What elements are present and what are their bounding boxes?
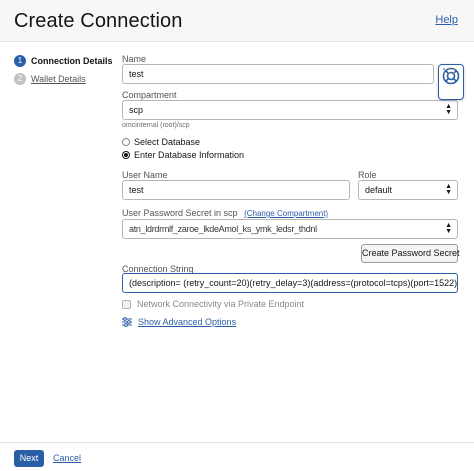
wizard-steps: 1 Connection Details 2 Wallet Details — [14, 52, 119, 88]
private-endpoint-checkbox-row[interactable]: Network Connectivity via Private Endpoin… — [122, 298, 304, 310]
radio-circle[interactable] — [122, 138, 130, 146]
step-number: 1 — [14, 55, 26, 67]
step-connection-details[interactable]: 1 Connection Details — [14, 52, 119, 70]
compartment-value: scp — [129, 105, 144, 115]
chevron-updown-icon: ▲ ▼ — [445, 183, 452, 196]
step-label: Wallet Details — [31, 74, 86, 84]
password-secret-select[interactable]: atn_ldrdrmlf_zaroe_lkdeAmol_ks_ymk_ledsr… — [122, 219, 458, 239]
step-wallet-details[interactable]: 2 Wallet Details — [14, 70, 119, 88]
name-input[interactable]: test — [122, 64, 434, 84]
compartment-helper: omcinternal (root)/scp — [122, 122, 190, 129]
show-advanced-options-link[interactable]: Show Advanced Options — [138, 317, 236, 327]
chevron-updown-icon: ▲ ▼ — [445, 103, 452, 116]
page-footer: Next Cancel — [0, 442, 474, 471]
password-secret-label: User Password Secret in scp (Change Comp… — [122, 208, 328, 218]
chevron-updown-icon: ▲ ▼ — [445, 222, 452, 235]
page-title: Create Connection — [14, 10, 183, 32]
password-secret-label-text: User Password Secret in scp — [122, 208, 238, 218]
radio-label: Enter Database Information — [134, 150, 245, 160]
role-value: default — [365, 185, 393, 195]
next-button[interactable]: Next — [14, 450, 44, 467]
drag-handle-icon[interactable] — [442, 67, 456, 75]
compartment-label: Compartment — [122, 90, 177, 100]
connection-string-input[interactable]: (description= (retry_count=20)(retry_del… — [122, 273, 458, 293]
page-header: Create Connection Help — [0, 0, 474, 42]
floating-help-widget[interactable] — [438, 64, 464, 100]
user-name-label: User Name — [122, 170, 168, 180]
radio-circle[interactable] — [122, 151, 130, 159]
step-number: 2 — [14, 73, 26, 85]
name-label: Name — [122, 54, 147, 64]
radio-select-database[interactable]: Select Database — [122, 136, 200, 148]
radio-label: Select Database — [134, 137, 201, 147]
sliders-icon — [122, 317, 132, 327]
private-endpoint-label: Network Connectivity via Private Endpoin… — [137, 299, 305, 309]
cancel-link[interactable]: Cancel — [53, 453, 81, 463]
change-compartment-link[interactable]: (Change Compartment) — [244, 209, 328, 218]
step-label: Connection Details — [31, 56, 113, 66]
create-password-secret-button[interactable]: Create Password Secret — [361, 244, 460, 263]
radio-enter-database-info[interactable]: Enter Database Information — [122, 149, 244, 161]
role-label: Role — [358, 170, 377, 180]
password-secret-value: atn_ldrdrmlf_zaroe_lkdeAmol_ks_ymk_ledsr… — [129, 224, 317, 234]
role-select[interactable]: default ▲ ▼ — [358, 180, 458, 200]
private-endpoint-checkbox[interactable] — [122, 299, 131, 309]
help-link[interactable]: Help — [435, 14, 458, 26]
show-advanced-options[interactable]: Show Advanced Options — [122, 316, 236, 328]
compartment-select[interactable]: scp ▲ ▼ — [122, 100, 458, 120]
user-name-input[interactable]: test — [122, 180, 350, 200]
